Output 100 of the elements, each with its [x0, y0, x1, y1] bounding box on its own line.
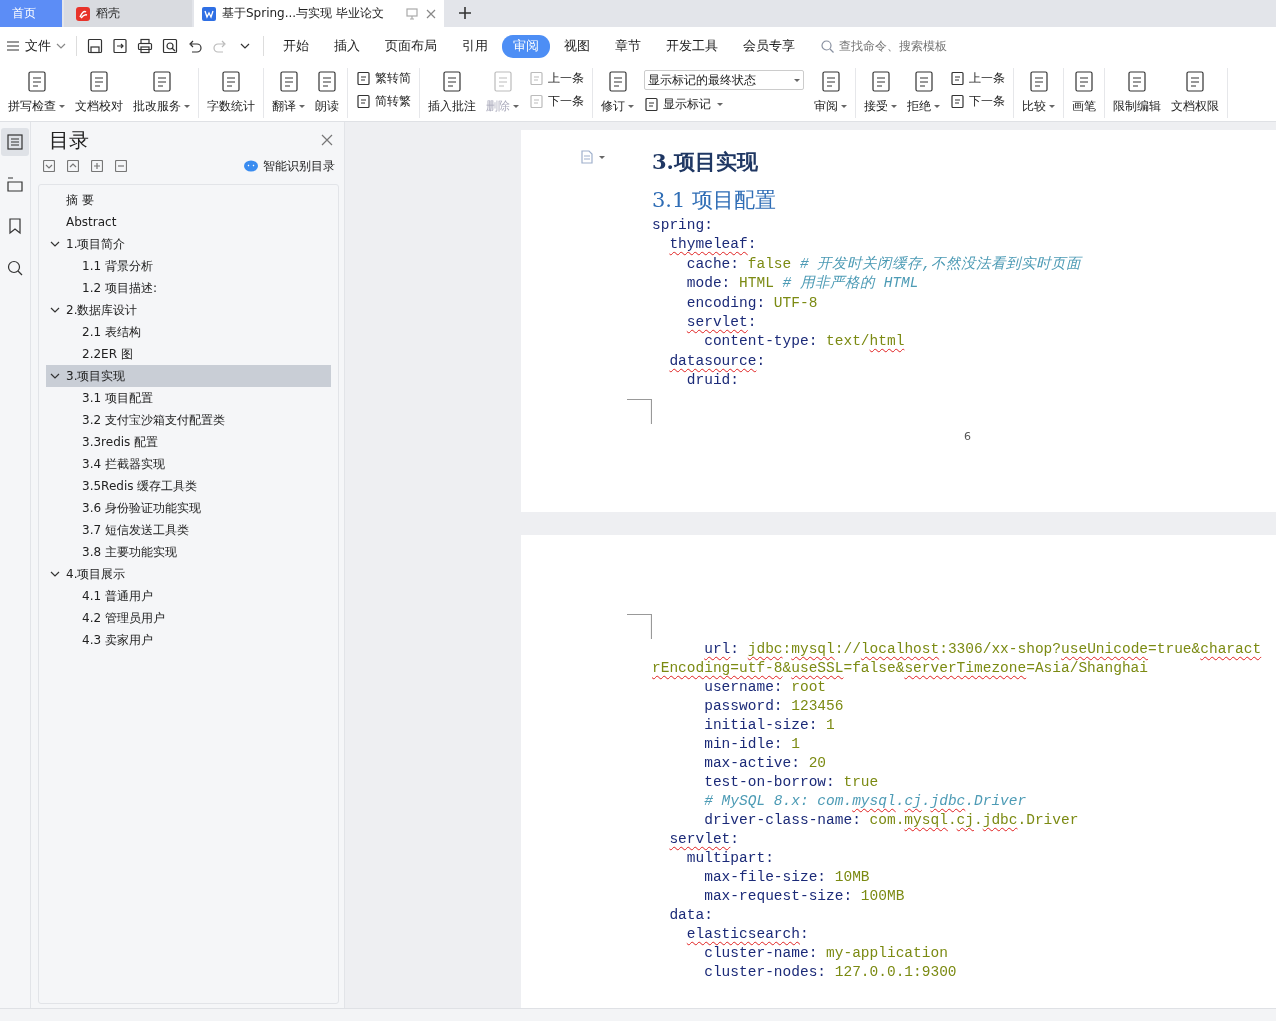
print-icon[interactable]: [137, 38, 153, 54]
ribbon-button[interactable]: 繁转简: [356, 70, 411, 87]
code-line: test-on-borrow: true: [703, 773, 879, 792]
dropdown[interactable]: 显示标记的最终状态: [644, 70, 804, 90]
caret-icon: [513, 105, 519, 108]
ribbon-button[interactable]: 上一条: [950, 70, 1005, 87]
export-icon[interactable]: [112, 38, 128, 54]
outline-item[interactable]: 3.8 主要功能实现: [46, 541, 331, 563]
chapter-icon[interactable]: [5, 174, 25, 194]
chevron-down-icon[interactable]: [50, 305, 60, 315]
ribbon-button[interactable]: 审阅: [810, 68, 851, 117]
outline-item[interactable]: 3.2 支付宝沙箱支付配置类: [46, 409, 331, 431]
outline-item[interactable]: 3.7 短信发送工具类: [46, 519, 331, 541]
outline-item[interactable]: 1.1 背景分析: [46, 255, 331, 277]
outline-icon[interactable]: [5, 132, 25, 152]
outline-item[interactable]: 3.3redis 配置: [46, 431, 331, 453]
outline-item[interactable]: 1.2 项目描述:: [46, 277, 331, 299]
ribbon-button[interactable]: 限制编辑: [1109, 68, 1165, 117]
ribbon-tab[interactable]: 开始: [272, 34, 320, 58]
outline-item[interactable]: 3.4 拦截器实现: [46, 453, 331, 475]
code-line: rEncoding=utf-8&useSSL=false&serverTimezone=Asia/Shanghai: [652, 659, 1149, 678]
minus-icon[interactable]: [115, 160, 127, 172]
add-icon[interactable]: [458, 6, 472, 20]
code-line: elasticsearch:: [685, 925, 809, 944]
code-line: driver-class-name: com.mysql.cj.jdbc.Driver: [703, 811, 1079, 830]
caret-icon: [1049, 105, 1055, 108]
search-icon: [821, 39, 834, 53]
ribbon-button[interactable]: 下一条: [950, 93, 1005, 110]
ribbon-button[interactable]: 文档权限: [1167, 68, 1223, 117]
outline-item[interactable]: 3.项目实现: [46, 365, 331, 387]
document-icon: [315, 70, 339, 94]
cloud-icon: [244, 160, 258, 172]
chevron-down-icon[interactable]: [50, 371, 60, 381]
ribbon-tab[interactable]: 视图: [553, 34, 601, 58]
tab[interactable]: 基于Spring...与实现 毕业论文: [194, 0, 444, 27]
collapse-all-icon[interactable]: [43, 160, 55, 172]
preview-icon[interactable]: [162, 38, 178, 54]
document-icon: [356, 70, 372, 87]
code-line: content-type: text/html: [703, 332, 905, 352]
ribbon-button[interactable]: 字数统计: [203, 68, 259, 117]
code-line: multipart:: [685, 849, 774, 868]
chevron-down-icon[interactable]: [50, 569, 60, 579]
outline-item[interactable]: 摘 要: [46, 189, 331, 211]
outline-item[interactable]: 4.1 普通用户: [46, 585, 331, 607]
ribbon-tab[interactable]: 页面布局: [374, 34, 448, 58]
code-line: cluster-nodes: 127.0.0.1:9300: [703, 963, 957, 982]
outline-item[interactable]: 3.1 项目配置: [46, 387, 331, 409]
outline-item[interactable]: 4.项目展示: [46, 563, 331, 585]
code-line: min-idle: 1: [703, 735, 800, 754]
ribbon-tab[interactable]: 章节: [604, 34, 652, 58]
ribbon-button[interactable]: 画笔: [1068, 68, 1100, 117]
subheading: 3.1 项目配置: [652, 187, 778, 214]
outline-item[interactable]: 2.1 表结构: [46, 321, 331, 343]
ribbon-button[interactable]: 接受: [860, 68, 901, 117]
outline-item[interactable]: Abstract: [46, 211, 331, 233]
outline-item[interactable]: 1.项目简介: [46, 233, 331, 255]
ribbon-button[interactable]: 修订: [597, 68, 638, 117]
ribbon-tab[interactable]: 开发工具: [655, 34, 729, 58]
close-icon[interactable]: [321, 134, 333, 146]
ribbon-button[interactable]: 文档校对: [71, 68, 127, 117]
document-logo-icon: [202, 6, 216, 21]
search-field[interactable]: 查找命令、搜索模板: [821, 38, 971, 54]
ribbon-tab[interactable]: 会员专享: [732, 34, 806, 58]
code-line: max-file-size: 10MB: [703, 868, 870, 887]
ribbon-button[interactable]: 比较: [1018, 68, 1059, 117]
plus-icon[interactable]: [91, 160, 103, 172]
margin-corner-icon: [627, 399, 652, 424]
ribbon-button[interactable]: 翻译: [268, 68, 309, 117]
caret-icon: [794, 78, 800, 82]
caret-icon: [841, 105, 847, 108]
file-menu[interactable]: 文件: [25, 37, 51, 55]
ribbon-button[interactable]: 拒绝: [903, 68, 944, 117]
ribbon-tab[interactable]: 引用: [451, 34, 499, 58]
caret-icon: [628, 105, 634, 108]
ribbon-tab[interactable]: 插入: [323, 34, 371, 58]
smart-toc-button[interactable]: 智能识别目录: [244, 157, 335, 175]
caret-icon: [717, 103, 723, 106]
ribbon-button[interactable]: 朗读: [311, 68, 343, 117]
menu-icon[interactable]: [6, 40, 20, 52]
ribbon-button[interactable]: 显示标记: [644, 96, 804, 113]
undo-icon[interactable]: [187, 38, 203, 54]
ribbon-button[interactable]: 插入批注: [424, 68, 480, 117]
expand-all-icon[interactable]: [67, 160, 79, 172]
tab[interactable]: 稻壳: [64, 0, 192, 27]
save-icon[interactable]: [87, 38, 103, 54]
outline-item[interactable]: 3.5Redis 缓存工具类: [46, 475, 331, 497]
outline-item[interactable]: 2.数据库设计: [46, 299, 331, 321]
ribbon-button[interactable]: 批改服务: [129, 68, 194, 117]
search-icon[interactable]: [5, 258, 25, 278]
outline-item[interactable]: 3.6 身份验证功能实现: [46, 497, 331, 519]
ribbon-button[interactable]: 简转繁: [356, 93, 411, 110]
outline-item[interactable]: 2.2ER 图: [46, 343, 331, 365]
code-line: mode: HTML # 用非严格的 HTML: [685, 274, 919, 294]
caret-icon: [59, 105, 65, 108]
outline-item[interactable]: 4.2 管理员用户: [46, 607, 331, 629]
chevron-down-icon[interactable]: [50, 239, 60, 249]
close-icon[interactable]: [426, 8, 436, 19]
ribbon-button[interactable]: 拼写检查: [4, 68, 69, 117]
outline-item[interactable]: 4.3 卖家用户: [46, 629, 331, 651]
code-line: druid:: [685, 371, 740, 391]
